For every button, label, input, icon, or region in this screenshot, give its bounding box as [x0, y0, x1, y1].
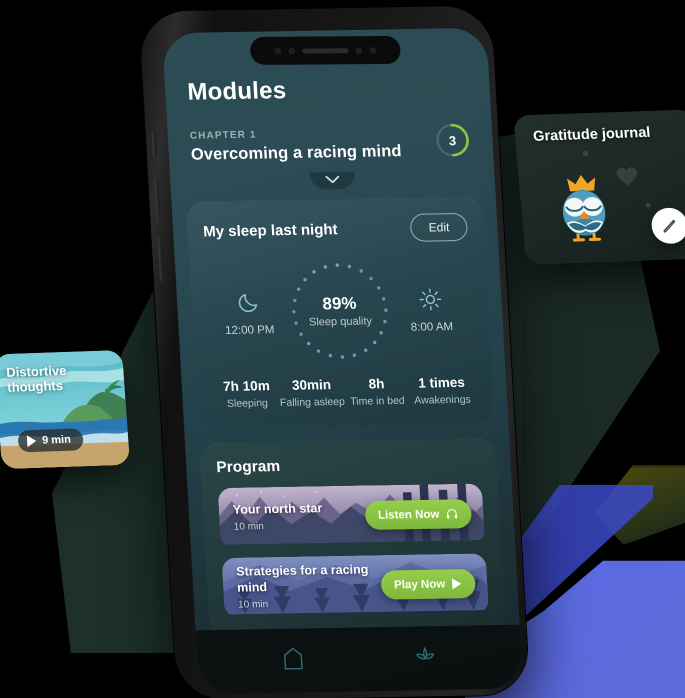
program-title: Program [215, 457, 281, 477]
moon-icon [210, 289, 285, 316]
phone-volume-up-button [154, 177, 161, 224]
program-item-strategies-for-a-racing-mind[interactable]: Strategies for a racing mind 10 min Play… [221, 553, 489, 618]
program-card: Program Your north star 10 min Listen No… [198, 437, 507, 645]
phone-frame: Modules CHAPTER 1 Overcoming a racing mi… [138, 5, 530, 698]
sleep-stat-item: 7h 10m Sleeping [213, 378, 280, 410]
home-icon [283, 647, 303, 670]
camera-icon [274, 47, 282, 55]
stat-label: Falling asleep [279, 395, 346, 410]
pencil-icon [663, 219, 676, 233]
sleep-stat-item: 30min Falling asleep [279, 377, 346, 409]
sensor-icon [288, 47, 296, 55]
sun-icon [393, 285, 468, 312]
stat-label: Time in bed [349, 394, 406, 408]
sleep-quality-gauge: 89% Sleep quality [285, 258, 395, 364]
play-duration-badge[interactable]: 9 min [17, 428, 84, 453]
chapter-title: Overcoming a racing mind [190, 142, 403, 164]
edit-button[interactable]: Edit [409, 212, 469, 242]
chevron-down-icon[interactable] [325, 175, 340, 184]
phone-mockup: Modules CHAPTER 1 Overcoming a racing mi… [130, 0, 549, 698]
decorative-dot [645, 202, 652, 208]
play-now-button[interactable]: Play Now [380, 569, 477, 600]
sleep-stat-item: 8h Time in bed [344, 376, 411, 408]
program-item-your-north-star[interactable]: Your north star 10 min Listen Now [217, 483, 486, 548]
phone-volume-down-button [157, 235, 164, 282]
floating-card-gratitude-journal[interactable]: Gratitude journal [513, 109, 685, 265]
sleep-card-title: My sleep last night [202, 220, 338, 240]
play-icon [26, 434, 37, 448]
floating-card-title-line2: thoughts [6, 377, 64, 395]
gratitude-journal-title: Gratitude journal [532, 124, 652, 145]
speaker-grille-icon [302, 47, 349, 54]
chapter-progress-ring: 3 [434, 122, 472, 159]
bottom-nav [195, 624, 524, 695]
owl-mascot-icon [562, 175, 606, 242]
stat-value: 1 times [417, 374, 466, 391]
stat-value: 7h 10m [222, 378, 271, 395]
sleep-stat-item: 1 times Awakenings [409, 375, 476, 407]
decorative-dot [582, 150, 589, 157]
phone-notch [249, 35, 402, 65]
sleep-card: My sleep last night Edit 12:00 PM 89% Sl… [185, 195, 495, 429]
sleep-summary-row: 12:00 PM 89% Sleep quality 8:00 AM [205, 257, 475, 365]
listen-now-button[interactable]: Listen Now [364, 499, 473, 530]
headphones-icon [446, 509, 458, 519]
listen-now-label: Listen Now [377, 508, 440, 522]
waketime-value: 8:00 AM [410, 320, 454, 334]
face-id-icon [369, 46, 377, 54]
floating-card-distortive-thoughts[interactable]: Distortive thoughts 9 min [0, 349, 131, 470]
floating-card-title: Distortive thoughts [6, 363, 68, 396]
sleep-stats-row: 7h 10m Sleeping 30min Falling asleep 8h … [211, 375, 477, 411]
program-item-text: Your north star 10 min [218, 500, 378, 533]
phone-mute-switch [151, 131, 158, 158]
expand-chapter-area[interactable] [192, 170, 474, 201]
bedtime-value: 12:00 PM [224, 323, 275, 337]
waketime-stat: 8:00 AM [393, 285, 470, 333]
chapter-row[interactable]: CHAPTER 1 Overcoming a racing mind 3 [189, 122, 471, 165]
program-item-text: Strategies for a racing mind 10 min [222, 562, 383, 611]
chapter-info: CHAPTER 1 Overcoming a racing mind [190, 127, 403, 165]
chapter-badge-count: 3 [448, 132, 457, 148]
phone-screen: Modules CHAPTER 1 Overcoming a racing mi… [162, 27, 524, 695]
stat-value: 30min [291, 377, 332, 393]
play-now-label: Play Now [393, 578, 446, 591]
nav-item-meditate[interactable] [412, 644, 438, 673]
nav-item-home[interactable] [281, 646, 305, 675]
program-item-name: Strategies for a racing mind [235, 562, 369, 595]
page-title: Modules [186, 77, 287, 106]
duration-label: 9 min [41, 433, 72, 447]
lotus-icon [415, 646, 434, 660]
sleep-card-header: My sleep last night Edit [202, 212, 469, 246]
dotted-ring-icon [292, 263, 388, 359]
chapter-label: CHAPTER 1 [189, 129, 257, 142]
heart-icon [616, 167, 638, 186]
stat-label: Awakenings [413, 393, 472, 407]
program-item-name: Your north star [232, 500, 323, 517]
stat-value: 8h [368, 376, 385, 392]
stat-label: Sleeping [226, 397, 269, 410]
sensor2-icon [355, 46, 363, 54]
bedtime-stat: 12:00 PM [210, 289, 287, 337]
edit-journal-button[interactable] [650, 207, 685, 245]
play-icon [451, 578, 462, 590]
